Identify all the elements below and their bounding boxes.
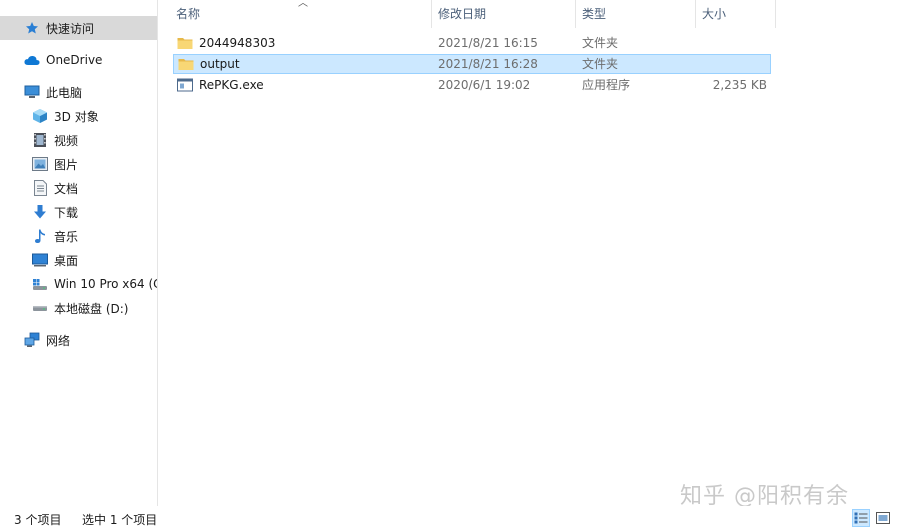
column-header-size[interactable]: 大小	[684, 0, 764, 28]
column-header-type[interactable]: 类型	[564, 0, 684, 28]
network-icon	[24, 332, 40, 348]
file-type: 应用程序	[582, 78, 631, 92]
large-icons-view-icon	[876, 512, 890, 524]
nav-quick-access-label: 快速访问	[46, 21, 95, 36]
nav-music-label: 音乐	[54, 229, 79, 244]
nav-network[interactable]: 网络	[0, 328, 157, 352]
file-name: RePKG.exe	[199, 78, 264, 92]
nav-this-pc[interactable]: 此电脑	[0, 80, 157, 104]
nav-drive-d-label: 本地磁盘 (D:)	[54, 301, 129, 316]
column-header-bar: ︿ 名称 修改日期 类型 大小	[158, 0, 898, 28]
navigation-pane: 快速访问 OneDrive 此电脑 3D 对象 视频 图片 文档 下载 音乐 桌…	[0, 0, 158, 506]
column-header-date[interactable]: 修改日期	[420, 0, 564, 28]
nav-downloads-label: 下载	[54, 205, 79, 220]
nav-documents[interactable]: 文档	[0, 176, 157, 200]
nav-videos[interactable]: 视频	[0, 128, 157, 152]
file-type: 文件夹	[582, 36, 619, 50]
music-icon	[32, 228, 48, 244]
file-type: 文件夹	[582, 57, 619, 71]
download-icon	[32, 204, 48, 220]
documents-icon	[32, 180, 48, 196]
file-name: output	[200, 57, 240, 71]
folder-icon	[178, 56, 194, 72]
file-date: 2020/6/1 19:02	[438, 78, 531, 92]
file-date: 2021/8/21 16:15	[438, 36, 538, 50]
item-count: 3 个项目	[14, 513, 62, 527]
nav-3d-objects[interactable]: 3D 对象	[0, 104, 157, 128]
local-disk-icon	[32, 300, 48, 316]
nav-desktop-label: 桌面	[54, 253, 79, 268]
pictures-icon	[32, 156, 48, 172]
nav-this-pc-label: 此电脑	[46, 85, 83, 100]
nav-drive-c[interactable]: Win 10 Pro x64 (C	[0, 272, 157, 296]
file-name: 2044948303	[199, 36, 276, 50]
nav-documents-label: 文档	[54, 181, 79, 196]
desktop-icon	[32, 252, 48, 268]
nav-pictures-label: 图片	[54, 157, 79, 172]
video-icon	[32, 132, 48, 148]
nav-downloads[interactable]: 下载	[0, 200, 157, 224]
file-date: 2021/8/21 16:28	[438, 57, 538, 71]
cloud-icon	[24, 52, 40, 68]
nav-drive-d[interactable]: 本地磁盘 (D:)	[0, 296, 157, 320]
3d-objects-icon	[32, 108, 48, 124]
file-row-selected[interactable]: output 2021/8/21 16:28 文件夹	[173, 54, 771, 74]
status-bar: 3 个项目 选中 1 个项目	[0, 506, 898, 530]
file-size: 2,235 KB	[712, 78, 767, 92]
system-drive-icon	[32, 276, 48, 292]
nav-videos-label: 视频	[54, 133, 79, 148]
nav-drive-c-label: Win 10 Pro x64 (C	[54, 277, 158, 291]
exe-icon	[177, 77, 193, 93]
computer-icon	[24, 84, 40, 100]
nav-music[interactable]: 音乐	[0, 224, 157, 248]
nav-3d-objects-label: 3D 对象	[54, 109, 99, 124]
column-divider[interactable]	[775, 0, 776, 28]
column-header-name[interactable]: 名称	[158, 0, 431, 28]
nav-onedrive[interactable]: OneDrive	[0, 48, 157, 72]
star-icon	[24, 20, 40, 36]
nav-quick-access[interactable]: 快速访问	[0, 16, 157, 40]
details-view-button[interactable]	[852, 509, 870, 527]
nav-desktop[interactable]: 桌面	[0, 248, 157, 272]
details-view-icon	[854, 512, 868, 524]
file-row[interactable]: RePKG.exe 2020/6/1 19:02 应用程序 2,235 KB	[173, 75, 771, 95]
selected-count: 选中 1 个项目	[82, 513, 158, 527]
folder-icon	[177, 35, 193, 51]
nav-network-label: 网络	[46, 333, 71, 348]
large-icons-view-button[interactable]	[874, 509, 892, 527]
nav-onedrive-label: OneDrive	[46, 53, 103, 67]
file-row[interactable]: 2044948303 2021/8/21 16:15 文件夹	[173, 33, 771, 53]
nav-pictures[interactable]: 图片	[0, 152, 157, 176]
